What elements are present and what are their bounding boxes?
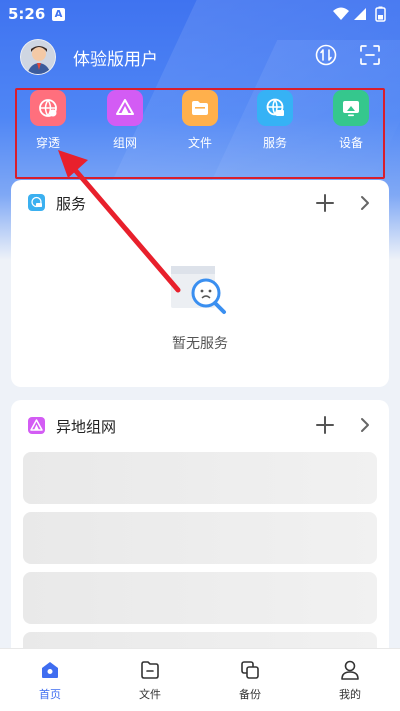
services-card-icon (28, 194, 45, 211)
file-icon (141, 661, 159, 679)
chevron-right-icon[interactable] (359, 195, 371, 211)
quick-action-devices[interactable]: 设备 (326, 90, 376, 154)
network-card-title: 异地组网 (56, 418, 117, 436)
avatar[interactable] (20, 39, 56, 75)
quick-action-network[interactable]: 组网 (100, 90, 150, 154)
scan-icon[interactable] (359, 44, 381, 66)
remote-network-card: 异地组网 (11, 400, 389, 660)
username[interactable]: 体验版用户 (73, 45, 158, 70)
backup-icon (241, 661, 259, 679)
quick-action-penetrate[interactable]: 穿透 (23, 90, 73, 154)
bottom-nav: 首页 文件 备份 我的 (0, 648, 400, 711)
quick-action-files[interactable]: 文件 (175, 90, 225, 154)
quick-action-label: 组网 (112, 136, 137, 150)
loading-skeleton (23, 452, 377, 504)
home-icon (42, 662, 58, 678)
loading-skeleton (23, 572, 377, 624)
loading-skeleton (23, 512, 377, 564)
device-icon (333, 90, 369, 126)
quick-action-label: 穿透 (35, 136, 60, 150)
nav-label: 备份 (239, 688, 261, 701)
nav-home[interactable]: 首页 (20, 659, 80, 702)
network-card-icon (28, 417, 45, 434)
globe-app-icon (30, 90, 66, 126)
nav-files[interactable]: 文件 (120, 659, 180, 702)
quick-action-label: 设备 (338, 136, 363, 150)
add-service-icon[interactable] (316, 194, 334, 212)
empty-services-text: 暂无服务 (172, 336, 228, 352)
add-network-icon[interactable] (316, 416, 334, 434)
status-time: 5:26 (8, 5, 46, 23)
services-card-title: 服务 (56, 195, 87, 213)
empty-state-icon (171, 266, 226, 314)
nav-backup[interactable]: 备份 (220, 659, 280, 702)
globe-service-icon (257, 90, 293, 126)
signal-icon (354, 8, 366, 20)
folder-icon (182, 90, 218, 126)
network-triangle-icon (107, 90, 143, 126)
quick-action-label: 服务 (262, 136, 287, 150)
wifi-icon (333, 7, 349, 20)
user-icon (341, 660, 359, 680)
nav-label: 文件 (139, 688, 161, 701)
switch-icon[interactable] (315, 44, 337, 66)
status-icons (333, 6, 386, 22)
nav-profile[interactable]: 我的 (320, 659, 380, 702)
status-bar: 5:26 A (0, 0, 400, 28)
quick-action-label: 文件 (187, 136, 212, 150)
notification-icon: A (52, 8, 65, 21)
quick-action-services[interactable]: 服务 (250, 90, 300, 154)
battery-icon (375, 6, 386, 22)
nav-label: 我的 (339, 688, 361, 701)
services-card: 服务 暂无服务 (11, 180, 389, 387)
nav-label: 首页 (39, 688, 61, 701)
quick-actions: 穿透 组网 文件 服务 设备 (18, 90, 382, 154)
chevron-right-icon[interactable] (359, 417, 371, 433)
